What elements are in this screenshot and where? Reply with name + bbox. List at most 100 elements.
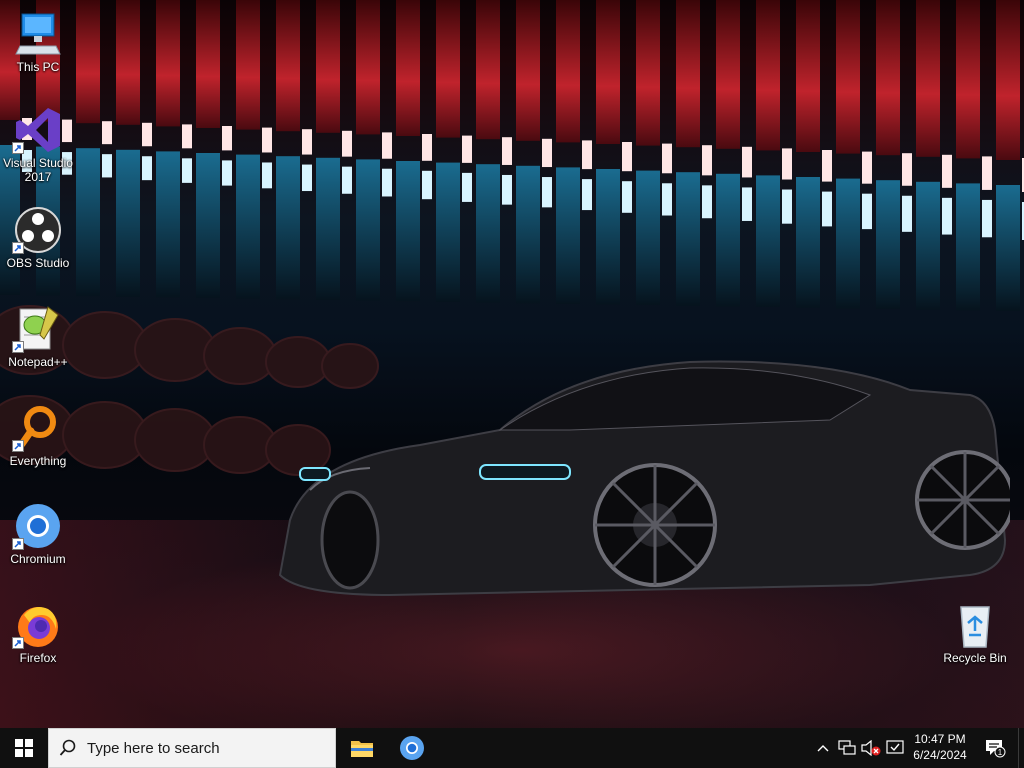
wallpaper-pillar-red — [796, 0, 820, 152]
wallpaper-pillar-blue — [236, 154, 260, 299]
desktop-icon-chromium[interactable]: Chromium — [0, 502, 76, 566]
shortcut-arrow-icon — [12, 242, 24, 254]
windows-logo-icon — [15, 739, 33, 757]
wallpaper-pillar-blue — [596, 169, 620, 305]
wallpaper-pillar-red — [236, 0, 260, 130]
wallpaper-pillar-blue — [556, 167, 580, 304]
clock-date: 6/24/2024 — [913, 748, 967, 762]
wallpaper-light-white — [622, 142, 632, 172]
wallpaper-pillar-red — [836, 0, 860, 154]
taskbar: Type here to search 10:47 PM 6/24/2024 1 — [0, 728, 1024, 768]
wallpaper-light-cyan — [462, 172, 472, 202]
notification-center-button[interactable]: 1 — [978, 728, 1012, 768]
desktop-icon-everything[interactable]: Everything — [0, 404, 76, 468]
wallpaper-pillar-red — [956, 0, 980, 159]
desktop-icon-label: Recycle Bin — [943, 651, 1007, 665]
desktop-icon-visual-studio[interactable]: Visual Studio 2017 — [0, 106, 76, 184]
wallpaper-light-cyan — [102, 154, 112, 178]
taskbar-file-explorer[interactable] — [338, 728, 386, 768]
tray-volume[interactable] — [860, 728, 882, 768]
wallpaper-light-white — [582, 140, 592, 170]
wallpaper-pillar-red — [356, 0, 380, 135]
computer-icon — [14, 10, 62, 58]
wallpaper-pillar-blue — [516, 165, 540, 304]
taskbar-search-box[interactable]: Type here to search — [48, 728, 336, 768]
volume-muted-icon — [861, 740, 881, 756]
wallpaper-pillar-red — [76, 0, 100, 124]
chromium-icon — [12, 502, 62, 550]
search-icon — [49, 739, 87, 757]
start-button[interactable] — [0, 728, 48, 768]
wallpaper-pillar-blue — [196, 153, 220, 299]
wallpaper-pillar-red — [436, 0, 460, 138]
obs-icon — [12, 206, 62, 254]
wallpaper-pillar-blue — [836, 178, 860, 309]
wallpaper-light-white — [102, 121, 112, 145]
wallpaper-pillar-blue — [996, 185, 1020, 311]
taskbar-chromium[interactable] — [388, 728, 436, 768]
desktop-icon-label: This PC — [16, 60, 60, 74]
wallpaper-car — [278, 360, 1010, 597]
wallpaper-light-cyan — [982, 199, 992, 238]
wallpaper-light-white — [142, 122, 152, 147]
wallpaper-light-cyan — [702, 185, 712, 219]
wallpaper-light-white — [902, 153, 912, 186]
wallpaper-light-cyan — [502, 174, 512, 205]
show-desktop-button[interactable] — [1018, 728, 1024, 768]
wallpaper-pillar-red — [316, 0, 340, 133]
wallpaper-pillar-blue — [916, 181, 940, 310]
wallpaper-light-white — [702, 145, 712, 176]
wallpaper-light-cyan — [422, 170, 432, 200]
shortcut-arrow-icon — [12, 637, 24, 649]
taskbar-clock[interactable]: 10:47 PM 6/24/2024 — [904, 731, 976, 763]
wallpaper-pillar-red — [636, 0, 660, 146]
wallpaper-pillar-blue — [436, 162, 460, 303]
firefox-icon — [12, 601, 62, 649]
wallpaper-pillar-blue — [276, 156, 300, 300]
wallpaper-light-white — [262, 127, 272, 153]
wallpaper-pillar-red — [516, 0, 540, 141]
desktop-icon-firefox[interactable]: Firefox — [0, 601, 76, 665]
wallpaper-light-white — [982, 156, 992, 190]
tray-network[interactable] — [836, 728, 858, 768]
desktop-icon-label: Visual Studio 2017 — [3, 156, 73, 184]
desktop-icon-recycle-bin[interactable]: Recycle Bin — [937, 601, 1013, 665]
wallpaper-light-cyan — [622, 181, 632, 213]
action-center-icon — [886, 740, 904, 754]
wallpaper-light-cyan — [822, 191, 832, 227]
wallpaper-pillar-red — [716, 0, 740, 149]
wallpaper-light-white — [302, 129, 312, 155]
wallpaper-pillar-blue — [636, 170, 660, 306]
wallpaper-light-cyan — [382, 168, 392, 197]
wallpaper-light-white — [742, 146, 752, 178]
wallpaper-pillar-red — [756, 0, 780, 151]
wallpaper-pillar-red — [996, 0, 1020, 160]
wallpaper-light-cyan — [742, 187, 752, 221]
desktop-icon-obs-studio[interactable]: OBS Studio — [0, 206, 76, 270]
desktop-icon-notepadpp[interactable]: Notepad++ — [0, 305, 76, 369]
wallpaper-light-cyan — [342, 166, 352, 194]
wallpaper-light-white — [662, 143, 672, 174]
wallpaper-light-white — [422, 134, 432, 161]
shortcut-arrow-icon — [12, 538, 24, 550]
wallpaper-pillar-blue — [676, 172, 700, 306]
wallpaper-pillar-blue — [876, 180, 900, 310]
wallpaper-light-cyan — [142, 156, 152, 181]
desktop-icon-label: Everything — [9, 454, 67, 468]
notification-icon: 1 — [986, 740, 1006, 758]
tray-action[interactable] — [884, 728, 906, 768]
desktop-icon-label: Notepad++ — [8, 355, 68, 369]
chevron-up-icon — [817, 745, 829, 752]
chromium-icon — [400, 736, 424, 760]
wallpaper-light-white — [502, 137, 512, 165]
shortcut-arrow-icon — [12, 142, 24, 154]
wallpaper-pillar-blue — [116, 149, 140, 297]
wallpaper-light-white — [382, 132, 392, 159]
wallpaper-light-cyan — [262, 162, 272, 189]
search-placeholder: Type here to search — [87, 739, 220, 757]
wallpaper-pillar-blue — [716, 173, 740, 307]
network-icon — [838, 740, 856, 755]
wallpaper-light-cyan — [182, 158, 192, 183]
desktop-icon-this-pc[interactable]: This PC — [0, 10, 76, 74]
tray-chevron[interactable] — [814, 728, 832, 768]
